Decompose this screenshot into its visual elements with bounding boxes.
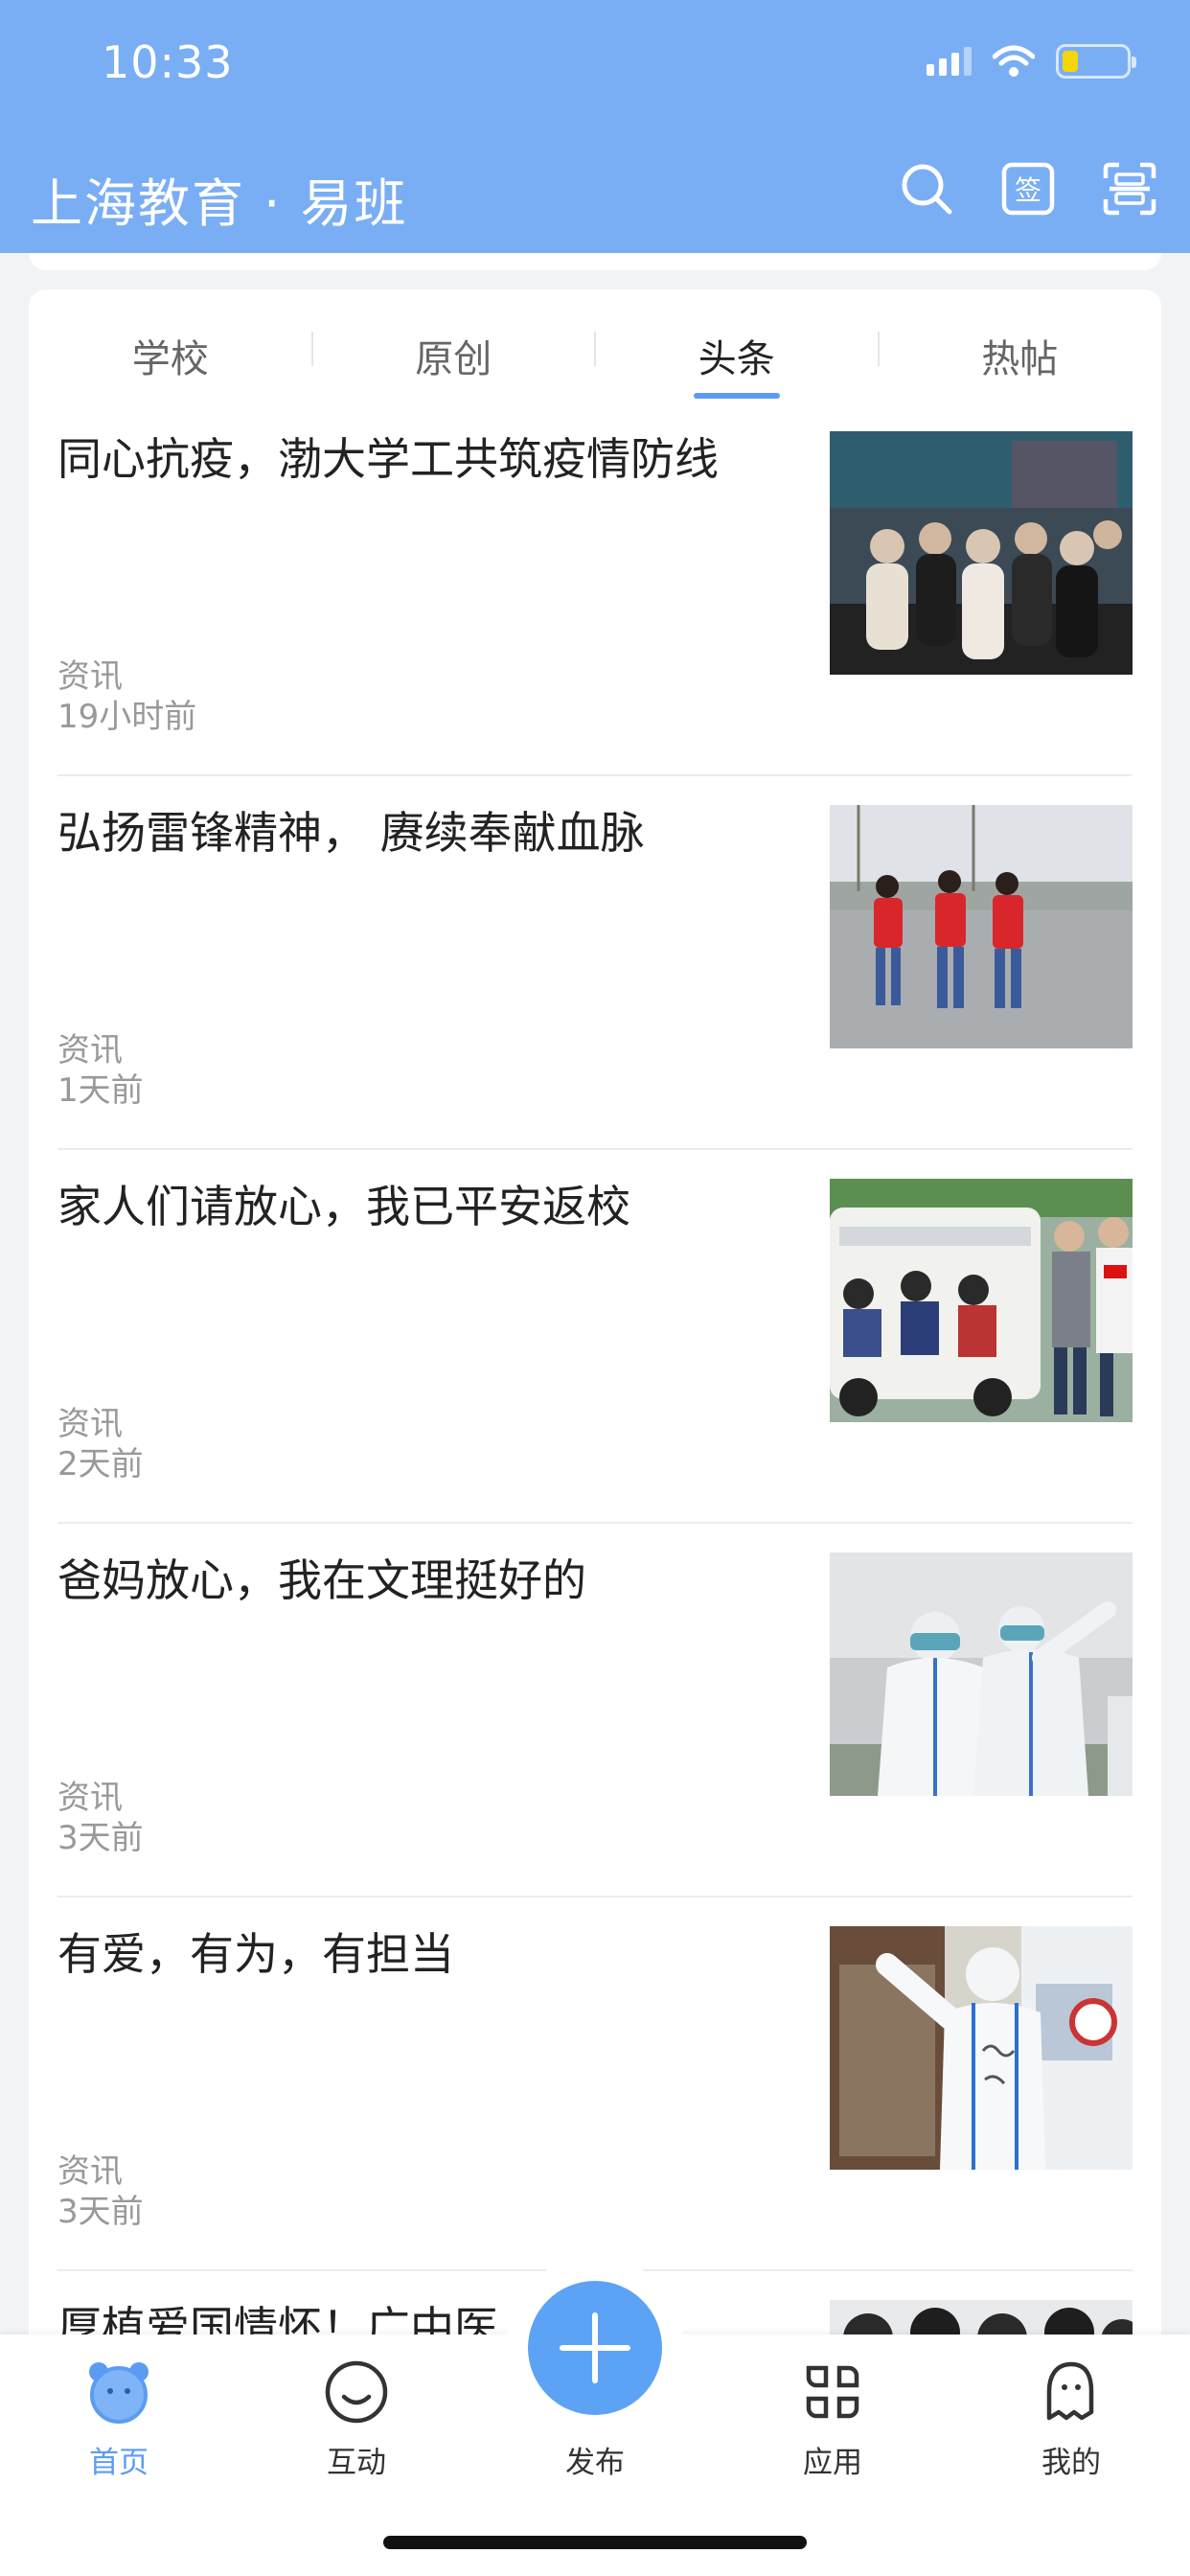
article-thumbnail [830, 1926, 1133, 2170]
svg-text:签: 签 [1015, 174, 1041, 206]
nav-apps-label: 应用 [803, 2446, 862, 2480]
nav-publish[interactable]: 发布 [518, 2430, 672, 2481]
article-time: 1天前 [57, 1071, 144, 1110]
article-thumbnail [830, 1552, 1133, 1796]
article-time: 2天前 [57, 1445, 144, 1484]
article-title: 有爱，有为，有担当 [57, 1928, 454, 1980]
user-ghost-icon [995, 2354, 1148, 2430]
scan-icon[interactable] [1100, 159, 1159, 218]
nav-publish-label: 发布 [565, 2446, 625, 2480]
nav-interact[interactable]: 互动 [280, 2354, 433, 2481]
article-thumbnail [830, 805, 1133, 1048]
search-icon[interactable] [897, 159, 956, 218]
list-item[interactable]: 同心抗疫，渤大学工共筑疫情防线 资讯 19小时前 [57, 402, 1133, 776]
tab-school[interactable]: 学校 [29, 316, 312, 402]
tab-original[interactable]: 原创 [312, 316, 596, 402]
publish-button[interactable] [528, 2281, 662, 2415]
list-item[interactable]: 家人们请放心，我已平安返校 资讯 2天前 [57, 1150, 1133, 1524]
tab-divider [311, 332, 313, 366]
tab-divider [594, 332, 596, 366]
tab-hot-posts[interactable]: 热帖 [879, 316, 1162, 402]
nav-home-label: 首页 [89, 2446, 149, 2480]
article-thumbnail [830, 431, 1133, 675]
nav-interact-label: 互动 [327, 2446, 386, 2480]
header-bottom-strip [29, 253, 1161, 270]
smile-icon [280, 2354, 433, 2430]
nav-mine-label: 我的 [1041, 2446, 1101, 2480]
apps-icon [756, 2354, 909, 2430]
nav-apps[interactable]: 应用 [756, 2354, 909, 2481]
plus-icon [560, 2312, 630, 2383]
article-title: 爸妈放心，我在文理挺好的 [57, 1554, 586, 1606]
article-time: 3天前 [57, 2193, 144, 2231]
article-time: 3天前 [57, 1819, 144, 1857]
article-title: 同心抗疫，渤大学工共筑疫情防线 [57, 433, 719, 485]
wifi-icon [993, 45, 1035, 77]
nav-home[interactable]: 首页 [42, 2354, 195, 2481]
article-title: 弘扬雷锋精神， 赓续奉献血脉 [57, 807, 645, 859]
tab-divider [878, 332, 880, 366]
home-bear-icon [42, 2354, 195, 2430]
article-time: 19小时前 [57, 698, 197, 736]
battery-icon [1056, 44, 1136, 79]
tab-headlines[interactable]: 头条 [595, 316, 879, 402]
article-thumbnail [830, 1179, 1133, 1422]
list-item[interactable]: 爸妈放心，我在文理挺好的 资讯 3天前 [57, 1524, 1133, 1898]
app-header: 10:33 上海教育 · 易班 签 [0, 0, 1190, 253]
signal-icon [927, 47, 972, 76]
app-title: 上海教育 · 易班 [31, 173, 408, 234]
status-time: 10:33 [102, 36, 234, 88]
list-item[interactable]: 弘扬雷锋精神， 赓续奉献血脉 资讯 1天前 [57, 776, 1133, 1150]
status-icons [927, 44, 1136, 79]
article-title: 家人们请放心，我已平安返校 [57, 1181, 630, 1232]
list-item[interactable]: 有爱，有为，有担当 资讯 3天前 [57, 1898, 1133, 2271]
home-indicator [383, 2536, 807, 2549]
sign-in-icon[interactable]: 签 [998, 159, 1058, 218]
nav-mine[interactable]: 我的 [995, 2354, 1148, 2481]
